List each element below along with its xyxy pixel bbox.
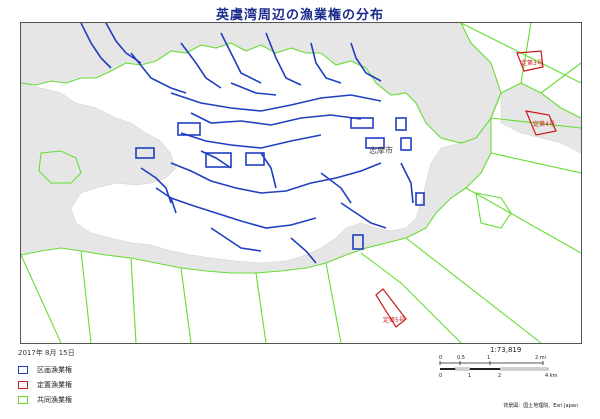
map-title: 英虞湾周辺の漁業権の分布 [215, 8, 384, 23]
fixed-net-label-5: 定第5号 [383, 316, 405, 324]
red-swatch-icon [18, 380, 28, 389]
km-tick-2: 2 [498, 373, 501, 379]
legend-label-demarcated: 区画漁業権 [37, 365, 72, 374]
mile-tick-3: 2 mi [535, 355, 546, 361]
km-tick-3: 4 km [545, 373, 558, 379]
fixed-net-label-3: 定第3号 [521, 59, 543, 67]
legend-item-demarcated: 区画漁業権 [18, 362, 72, 377]
legend-label-common: 共同漁業権 [37, 395, 72, 404]
credit-text: 背景図：国土地理院、Esri Japan [503, 403, 578, 409]
mile-tick-2: 1 [487, 355, 490, 361]
km-tick-0: 0 [439, 373, 442, 379]
km-tick-1: 1 [468, 373, 471, 379]
scale-bar-graphic: 0 0.5 1 2 mi 0 1 2 4 km [439, 355, 558, 379]
green-swatch-icon [18, 395, 28, 404]
fixed-net-label-4: 定第4号 [533, 120, 555, 128]
scale-bar: 1:73,819 0 0.5 1 2 mi 0 1 2 4 km [435, 346, 575, 382]
map-frame[interactable]: 志摩市 定第3号 定第4号 定第5号 [20, 22, 582, 344]
blue-swatch-icon [18, 365, 28, 374]
mile-tick-1: 0.5 [457, 355, 465, 361]
legend-label-fixed-net: 定置漁業権 [37, 380, 72, 389]
date-label: 2017年 8月 15日 [18, 349, 75, 357]
map-canvas[interactable]: 志摩市 定第3号 定第4号 定第5号 [21, 23, 581, 343]
legend-item-common: 共同漁業権 [18, 392, 72, 407]
city-label: 志摩市 [369, 145, 393, 155]
mile-tick-0: 0 [439, 355, 442, 361]
legend-item-fixed-net: 定置漁業権 [18, 377, 72, 392]
legend: 区画漁業権 定置漁業権 共同漁業権 [18, 362, 72, 407]
